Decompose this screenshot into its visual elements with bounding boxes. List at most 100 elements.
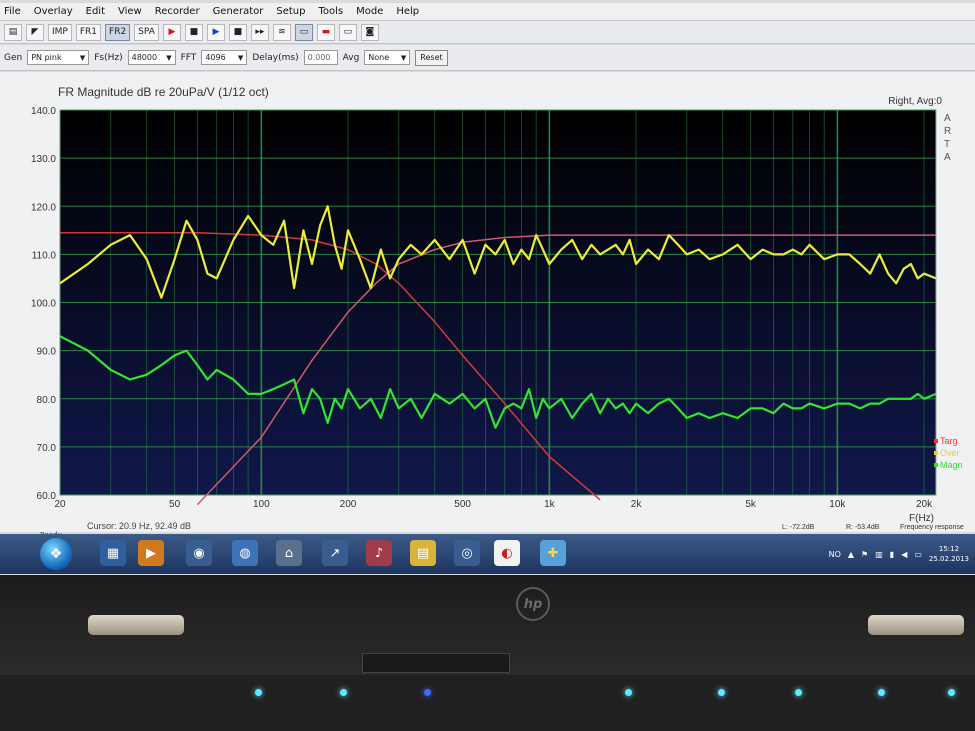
system-tray: NO ▲ ⚑ ▥ ▮ ◀ ▭ 15:12 25.02.2013 [829, 534, 975, 574]
stop-button[interactable]: ■ [184, 23, 203, 41]
fr2-button[interactable]: FR2 [105, 23, 131, 41]
main-toolbar: ▤ ◤ IMP FR1 FR2 SPA ▶ ■ ▶ ■ ▸▸ ≋ ▭ ▬ ▭ ◙ [0, 21, 975, 44]
step-icon: ▸▸ [255, 27, 265, 37]
chart-panel: 140.0 130.0 120.0 110.0 100.0 90.0 80.0 70.0 60.… [0, 72, 975, 532]
laptop-bezel: hp [0, 575, 975, 731]
x-tick-label: 10k [829, 499, 846, 510]
x-tick-label: 20k [916, 499, 933, 510]
left-hinge [88, 615, 184, 635]
menu-file[interactable]: File [0, 6, 30, 17]
menu-generator[interactable]: Generator [209, 6, 273, 17]
clock-time: 15:12 [938, 545, 960, 553]
fs-select[interactable]: 48000 ▼ [127, 50, 176, 65]
menu-bar: File Overlay Edit View Recorder Generato… [0, 3, 975, 21]
headphones-taskbar-icon[interactable]: ⌂ [276, 540, 302, 566]
arrow-up-icon[interactable]: ▲ [848, 550, 854, 559]
folder-taskbar-icon[interactable]: ▤ [410, 540, 436, 566]
stop-gen-button[interactable]: ■ [228, 23, 247, 41]
spa-button[interactable]: SPA [134, 23, 159, 41]
level-right: R: -53.4dB [846, 524, 880, 531]
spectrum-button[interactable]: ▬ [316, 23, 335, 41]
wave-button[interactable]: ≋ [272, 23, 291, 41]
side-letter: A [944, 152, 951, 163]
y-tick-label: 80.0 [37, 395, 57, 406]
open-button[interactable]: ▤ [4, 23, 22, 41]
browser-taskbar-icon[interactable]: ◍ [232, 540, 258, 566]
gen-label: Gen [4, 52, 23, 63]
chevron-down-icon: ▼ [166, 53, 172, 62]
clock[interactable]: 15:12 25.02.2013 [929, 544, 969, 564]
play-button[interactable]: ▶ [206, 23, 225, 41]
indicator-led [948, 689, 955, 696]
menu-overlay[interactable]: Overlay [30, 6, 82, 17]
fr1-button[interactable]: FR1 [75, 23, 102, 41]
menu-edit[interactable]: Edit [82, 6, 114, 17]
settings-taskbar-icon[interactable]: ◎ [454, 540, 480, 566]
gen-value: PN pink [31, 53, 62, 62]
spectrum-icon: ▬ [321, 27, 331, 37]
media-taskbar-icon[interactable]: ▶ [138, 540, 164, 566]
menu-help[interactable]: Help [392, 6, 428, 17]
fs-value: 48000 [131, 53, 158, 62]
record-icon: ▶ [168, 27, 176, 37]
indicator-led [718, 689, 725, 696]
indicator-led [625, 689, 632, 696]
x-tick-label: 2k [631, 499, 643, 510]
step-button[interactable]: ▸▸ [250, 23, 269, 41]
delay-label: Delay(ms) [252, 52, 299, 63]
battery-icon[interactable]: ▭ [914, 550, 922, 559]
language-indicator[interactable]: NO [829, 550, 841, 559]
menu-view[interactable]: View [114, 6, 151, 17]
scope-button[interactable]: ▭ [294, 23, 313, 41]
fft-label: FFT [180, 52, 197, 63]
network-icon[interactable]: ▥ [875, 550, 883, 559]
menu-recorder[interactable]: Recorder [151, 6, 209, 17]
explorer-taskbar-icon[interactable]: ▦ [100, 540, 126, 566]
volume-icon[interactable]: ◀ [901, 550, 907, 559]
x-axis-label: F(Hz) [909, 513, 934, 524]
imp-button[interactable]: IMP [48, 23, 72, 41]
avg-value: None [368, 53, 390, 62]
stop-icon: ■ [233, 27, 243, 37]
tool-taskbar-icon[interactable]: ↗ [322, 540, 348, 566]
analyzer-taskbar-icon[interactable]: ◐ [494, 540, 520, 566]
frequency-response-chart[interactable]: 140.0 130.0 120.0 110.0 100.0 90.0 80.0 70.0 60.… [0, 72, 975, 532]
shield-taskbar-icon[interactable]: ✚ [540, 540, 566, 566]
save-button[interactable]: ◤ [26, 23, 44, 41]
menu-mode[interactable]: Mode [352, 6, 392, 17]
x-tick-label: 5k [745, 499, 757, 510]
blank-button[interactable]: ▭ [338, 23, 357, 41]
y-tick-label: 140.0 [31, 106, 56, 117]
app-taskbar-icon[interactable]: ◉ [186, 540, 212, 566]
flag-icon[interactable]: ⚑ [861, 550, 868, 559]
delay-input[interactable]: 0.000 [303, 50, 338, 65]
signal-icon[interactable]: ▮ [890, 550, 894, 559]
guitar-taskbar-icon[interactable]: ♪ [366, 540, 392, 566]
taskbar: ❖ ▦ ▶ ◉ ◍ ⌂ ↗ ♪ ▤ ◎ ◐ ✚ NO ▲ ⚑ ▥ ▮ ◀ ▭ 1… [0, 534, 975, 574]
monitor-button[interactable]: ◙ [360, 23, 379, 41]
keyboard-strip [0, 675, 975, 731]
y-tick-label: 70.0 [37, 443, 57, 454]
indicator-led [424, 689, 431, 696]
start-button[interactable]: ❖ [40, 538, 72, 570]
legend-label: Over [940, 448, 960, 458]
side-letter: R [944, 126, 951, 137]
pin-icon: ◤ [31, 27, 39, 37]
menu-tools[interactable]: Tools [314, 6, 352, 17]
chevron-down-icon: ▼ [237, 53, 244, 62]
avg-select[interactable]: None ▼ [364, 50, 411, 65]
x-tick-label: 500 [454, 499, 471, 510]
menu-setup[interactable]: Setup [272, 6, 314, 17]
scope-icon: ▭ [299, 27, 309, 37]
reset-button[interactable]: Reset [415, 49, 448, 66]
chevron-down-icon: ▼ [400, 53, 407, 62]
x-tick-label: 50 [169, 499, 181, 510]
level-left: L: -72.2dB [782, 524, 815, 531]
fft-select[interactable]: 4096 ▼ [201, 50, 248, 65]
gen-select[interactable]: PN pink ▼ [27, 50, 90, 65]
indicator-led [878, 689, 885, 696]
record-button[interactable]: ▶ [162, 23, 181, 41]
clock-date: 25.02.2013 [928, 555, 969, 563]
fs-label: Fs(Hz) [94, 52, 123, 63]
stop-icon: ■ [189, 27, 199, 37]
